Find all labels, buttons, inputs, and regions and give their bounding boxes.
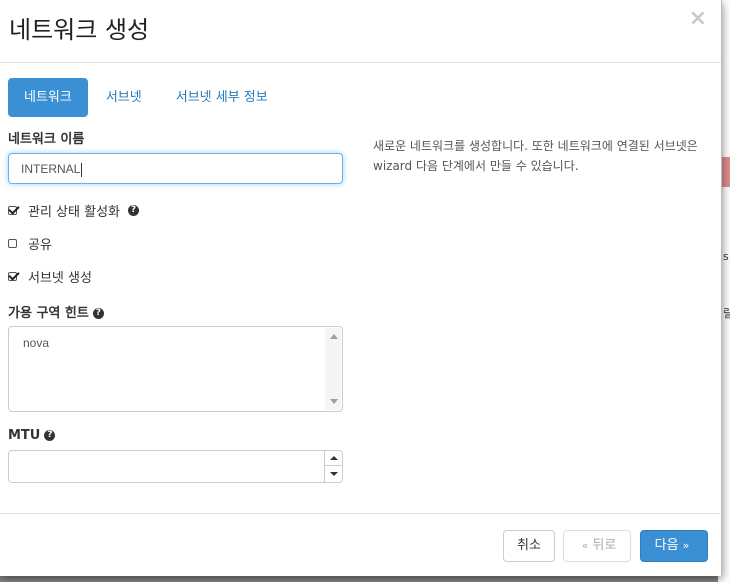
create-network-dialog: 네트워크 생성 × 네트워크 서브넷 서브넷 세부 정보 네트워크 이름 INT… [0,0,722,576]
network-name-input[interactable]: INTERNAL [8,153,343,184]
network-name-label: 네트워크 이름 [8,128,84,147]
double-chevron-right-icon: » [682,539,690,552]
background-text-fragment: s [723,250,729,263]
double-chevron-left-icon: « [581,539,589,552]
mtu-spinner [324,451,342,482]
az-hints-label-text: 가용 구역 힌트 [8,306,89,321]
help-description: 새로운 네트워크를 생성합니다. 또한 네트워크에 연결된 서브넷은 wizar… [373,139,698,173]
az-hints-listbox[interactable]: nova [8,326,343,412]
mtu-label-text: MTU [8,428,41,443]
admin-state-label: 관리 상태 활성화 [28,205,120,220]
shared-checkbox[interactable] [8,239,17,248]
admin-state-row: 관리 상태 활성화 ? [8,201,139,220]
tab-subnet[interactable]: 서브넷 [90,78,158,117]
help-icon[interactable]: ? [44,430,56,441]
network-name-value: INTERNAL [21,162,81,176]
back-button-label: 뒤로 [592,538,617,553]
az-hints-label: 가용 구역 힌트? [8,302,104,321]
listbox-scrollbar[interactable] [325,328,341,410]
tab-network[interactable]: 네트워크 [8,78,88,117]
next-button[interactable]: 다음» [640,530,708,562]
help-icon[interactable]: ? [128,205,139,216]
scroll-down-arrow-icon[interactable] [330,399,338,404]
create-subnet-row: 서브넷 생성 [8,267,92,286]
create-subnet-checkbox[interactable] [8,272,17,281]
help-icon[interactable]: ? [92,308,104,319]
text-caret [81,162,83,177]
cancel-button[interactable]: 취소 [503,530,555,562]
scroll-up-arrow-icon[interactable] [330,334,338,339]
increment-arrow-icon[interactable] [325,451,342,466]
network-name-label-text: 네트워크 이름 [8,132,85,147]
next-button-label: 다음 [654,538,679,553]
dialog-title: 네트워크 생성 [9,16,150,44]
dialog-footer: 취소 «뒤로 다음» [0,513,722,576]
mtu-input[interactable] [8,450,343,483]
decrement-arrow-icon[interactable] [325,467,342,482]
back-button[interactable]: «뒤로 [563,530,631,562]
shared-row: 공유 [8,234,52,253]
az-hint-option[interactable]: nova [23,336,328,350]
create-subnet-label: 서브넷 생성 [28,271,92,286]
wizard-tabs: 네트워크 서브넷 서브넷 세부 정보 [8,78,286,117]
mtu-label: MTU? [8,428,56,443]
close-icon[interactable]: × [689,8,707,30]
dialog-header: 네트워크 생성 × [0,0,721,63]
admin-state-checkbox[interactable] [8,206,17,215]
background-text-fragment: 릴 [723,307,730,320]
shared-label: 공유 [28,238,52,253]
tab-subnet-details[interactable]: 서브넷 세부 정보 [160,78,284,117]
